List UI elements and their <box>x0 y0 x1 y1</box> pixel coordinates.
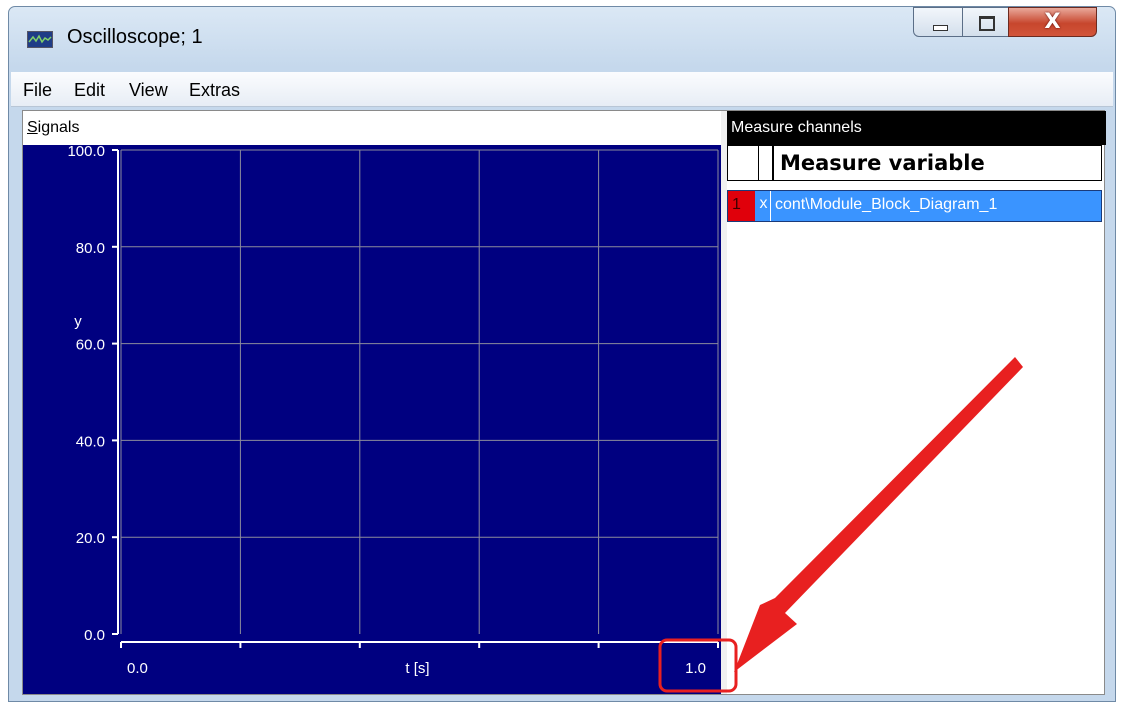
close-icon: X <box>1044 9 1061 33</box>
measure-row[interactable]: 1 x cont\Module_Block_Diagram_1 <box>727 190 1102 222</box>
channel-flag[interactable]: x <box>757 191 771 221</box>
y-tick-label: 60.0 <box>76 337 105 354</box>
y-axis-label: y <box>74 313 82 330</box>
channel-index: 1 <box>728 191 755 221</box>
plot-svg: 0.0 20.0 40.0 60.0 80.0 100.0 0.0 1.0 y t [s] <box>67 145 719 677</box>
oscilloscope-icon <box>27 31 53 48</box>
signals-label: Signals <box>27 119 80 136</box>
grid-header-flag[interactable] <box>758 146 774 180</box>
menu-view[interactable]: View <box>129 80 168 101</box>
oscilloscope-window: Oscilloscope; 1 X File Edit View Extras … <box>8 6 1116 702</box>
y-tick-label: 100.0 <box>67 145 105 160</box>
y-tick-label: 20.0 <box>76 530 105 547</box>
title-bar[interactable]: Oscilloscope; 1 X <box>9 7 1115 65</box>
maximize-icon <box>979 16 995 31</box>
measure-channels-label: Measure channels <box>731 119 862 136</box>
menu-extras[interactable]: Extras <box>189 80 240 101</box>
measure-channels-header: Measure channels <box>727 111 1106 145</box>
measure-grid-header: Measure variable <box>727 145 1102 181</box>
grid-header-variable[interactable]: Measure variable <box>780 151 985 175</box>
x-tick-label: 1.0 <box>685 660 706 677</box>
close-button[interactable]: X <box>1008 7 1097 37</box>
minimize-button[interactable] <box>913 7 963 37</box>
client-area: Signals 0.0 20.0 40.0 60.0 80.0 100.0 0.0 1.0 y t… <box>22 110 1106 695</box>
y-tick-label: 40.0 <box>76 433 105 450</box>
y-tick-label: 0.0 <box>84 627 105 644</box>
measure-variable: cont\Module_Block_Diagram_1 <box>775 196 998 213</box>
menu-edit[interactable]: Edit <box>74 80 105 101</box>
grid-header-index[interactable] <box>728 146 759 180</box>
x-axis-label: t [s] <box>405 660 429 677</box>
measure-channels-panel: Measure channels Measure variable 1 x co… <box>727 111 1106 694</box>
x-tick-label: 0.0 <box>127 660 148 677</box>
minimize-icon <box>933 25 948 31</box>
signals-plot[interactable]: 0.0 20.0 40.0 60.0 80.0 100.0 0.0 1.0 y t [s] <box>23 145 721 694</box>
y-tick-label: 80.0 <box>76 240 105 257</box>
menu-file[interactable]: File <box>23 80 52 101</box>
menu-bar: File Edit View Extras <box>11 72 1113 107</box>
window-title: Oscilloscope; 1 <box>67 26 203 48</box>
maximize-button[interactable] <box>962 7 1009 37</box>
signals-header: Signals <box>23 111 721 146</box>
